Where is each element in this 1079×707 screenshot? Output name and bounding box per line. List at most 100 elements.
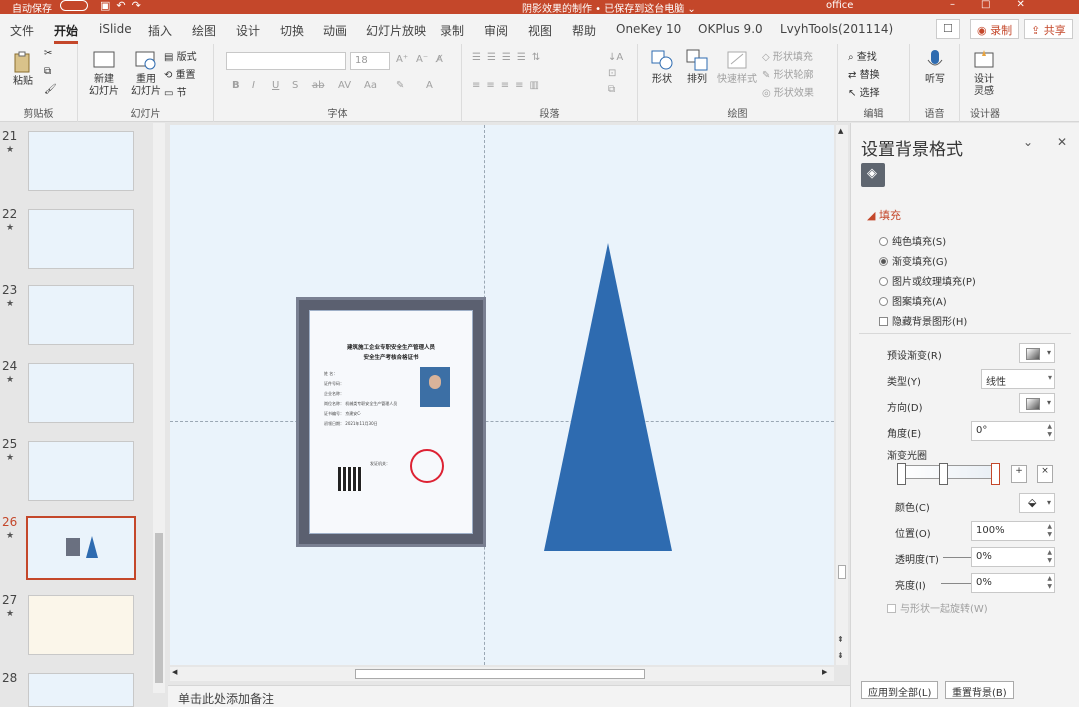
account-name[interactable]: office [826,0,853,11]
color-picker-dropdown[interactable]: ⬙ ▾ [1019,493,1055,513]
tab-lvyhtools[interactable]: LvyhTools(201114) [780,22,893,36]
rotate-with-shape-checkbox[interactable]: 与形状一起旋转(W) [887,600,988,615]
tab-record[interactable]: 录制 [440,22,464,39]
slide-thumbnail[interactable] [28,131,134,191]
slide-thumbnail[interactable] [28,363,134,423]
brightness-slider[interactable] [941,583,971,584]
change-case-icon[interactable]: Aa [364,80,377,91]
smartart-icon[interactable]: ⧉ [608,84,615,95]
pane-options-icon[interactable]: ⌄ [1023,135,1033,149]
scroll-thumb[interactable] [838,565,846,579]
font-color-icon[interactable]: A [426,80,433,91]
underline-button[interactable]: U [272,80,279,91]
shapes-button[interactable]: 形状 [644,48,680,86]
slide-thumbnail[interactable] [28,285,134,345]
canvas-vertical-scrollbar[interactable]: ▲ ⇞ ⇟ [836,125,848,665]
design-ideas-button[interactable]: 设计 灵感 [966,48,1002,98]
format-painter-icon[interactable]: 🖌 [44,84,57,95]
prev-slide-icon[interactable]: ⇞ [837,635,844,644]
record-button[interactable]: ◉ 录制 [970,19,1020,39]
angle-input[interactable]: 0° ▲ ▼ [971,421,1055,441]
gradient-stops-bar[interactable] [899,465,999,479]
pattern-fill-radio[interactable]: 图案填充(A) [879,293,947,308]
slide-thumbnail[interactable] [28,441,134,501]
gradient-fill-radio[interactable]: 渐变填充(G) [879,253,948,268]
scroll-left-icon[interactable]: ◀ [172,668,177,676]
section-button[interactable]: ▭ 节 [164,84,187,99]
tab-home[interactable]: 开始 [54,22,79,44]
scroll-thumb[interactable] [155,533,163,683]
shadow-text-button[interactable]: S [292,80,298,91]
char-spacing-icon[interactable]: AV [338,80,351,91]
tab-review[interactable]: 审阅 [484,22,508,39]
apply-to-all-button[interactable]: 应用到全部(L) [861,681,939,699]
font-name-select[interactable] [226,52,346,70]
slide-thumbnail[interactable] [28,673,134,707]
layout-button[interactable]: ▤ 版式 [164,48,197,63]
shape-outline-button[interactable]: ✎ 形状轮廓 [762,66,814,81]
slide-thumbnail[interactable] [28,595,134,655]
scroll-right-icon[interactable]: ▶ [822,668,827,676]
select-button[interactable]: ↖ 选择 [848,84,880,99]
new-slide-button[interactable]: 新建 幻灯片 [84,48,124,98]
triangle-shape[interactable] [544,243,672,551]
scroll-thumb[interactable] [355,669,645,679]
tab-islide[interactable]: iSlide [99,22,132,36]
italic-button[interactable]: I [252,80,255,91]
transparency-input[interactable]: 0% ▲ ▼ [971,547,1055,567]
slide-canvas[interactable]: 建筑施工企业专职安全生产管理人员 安全生产考核合格证书 姓 名： 证件号码： 企… [170,125,834,665]
shrink-font-icon[interactable]: A⁻ [416,54,428,65]
scroll-up-icon[interactable]: ▲ [838,127,843,135]
align-text-icon[interactable]: ⊡ [608,68,616,79]
solid-fill-radio[interactable]: 纯色填充(S) [879,233,946,248]
direction-dropdown[interactable]: ▾ [1019,393,1055,413]
strikethrough-icon[interactable]: a̶b̶ [312,80,324,91]
tab-insert[interactable]: 插入 [148,22,172,39]
thumbnails-scrollbar[interactable] [153,123,165,693]
close-icon[interactable]: ✕ [1057,135,1067,149]
fill-tab-icon[interactable]: ◈ [861,163,885,187]
redo-icon[interactable]: ↷ [132,0,147,12]
close-window-icon[interactable]: ✕ [1016,0,1050,10]
align-icons[interactable]: ≡≡≡≡▥ [472,80,545,91]
replace-button[interactable]: ⇄ 替换 [848,66,880,81]
grow-font-icon[interactable]: A⁺ [396,54,408,65]
quick-styles-button[interactable]: 快速样式 [716,48,758,86]
tab-animations[interactable]: 动画 [323,22,347,39]
gradient-stop[interactable] [897,463,906,485]
reset-background-button[interactable]: 重置背景(B) [945,681,1014,699]
next-slide-icon[interactable]: ⇟ [837,651,844,660]
gradient-type-select[interactable]: 线性 ▾ [981,369,1055,389]
tab-slideshow[interactable]: 幻灯片放映 [366,22,426,39]
minimize-icon[interactable]: – [950,0,981,10]
picture-fill-radio[interactable]: 图片或纹理填充(P) [879,273,976,288]
text-direction-icon[interactable]: ↓A [608,52,623,63]
tab-okplus[interactable]: OKPlus 9.0 [698,22,763,36]
autosave-toggle[interactable] [60,0,88,11]
clear-format-icon[interactable]: A̸ [436,54,443,65]
arrange-button[interactable]: 排列 [682,48,712,86]
tab-view[interactable]: 视图 [528,22,552,39]
notes-pane[interactable]: 单击此处添加备注 [168,685,850,707]
tab-transitions[interactable]: 切换 [280,22,304,39]
fill-section-header[interactable]: ◢ 填充 [867,207,901,223]
tab-file[interactable]: 文件 [10,22,34,39]
tab-design[interactable]: 设计 [236,22,260,39]
hide-background-checkbox[interactable]: 隐藏背景图形(H) [879,313,967,328]
certificate-image[interactable]: 建筑施工企业专职安全生产管理人员 安全生产考核合格证书 姓 名： 证件号码： 企… [296,297,486,547]
paste-button[interactable]: 粘贴 [8,50,38,88]
comments-button[interactable]: ☐ [936,19,960,39]
remove-stop-icon[interactable]: × [1037,465,1053,483]
tab-help[interactable]: 帮助 [572,22,596,39]
shape-effects-button[interactable]: ◎ 形状效果 [762,84,814,99]
cut-icon[interactable]: ✂ [44,48,52,59]
tab-draw[interactable]: 绘图 [192,22,216,39]
maximize-icon[interactable]: □ [981,0,1016,10]
slide-thumbnail[interactable] [28,209,134,269]
add-stop-icon[interactable]: + [1011,465,1027,483]
bold-button[interactable]: B [232,80,240,91]
transparency-slider[interactable] [943,557,973,558]
reset-button[interactable]: ⟲ 重置 [164,66,196,81]
gradient-stop-selected[interactable] [991,463,1000,485]
position-input[interactable]: 100% ▲ ▼ [971,521,1055,541]
